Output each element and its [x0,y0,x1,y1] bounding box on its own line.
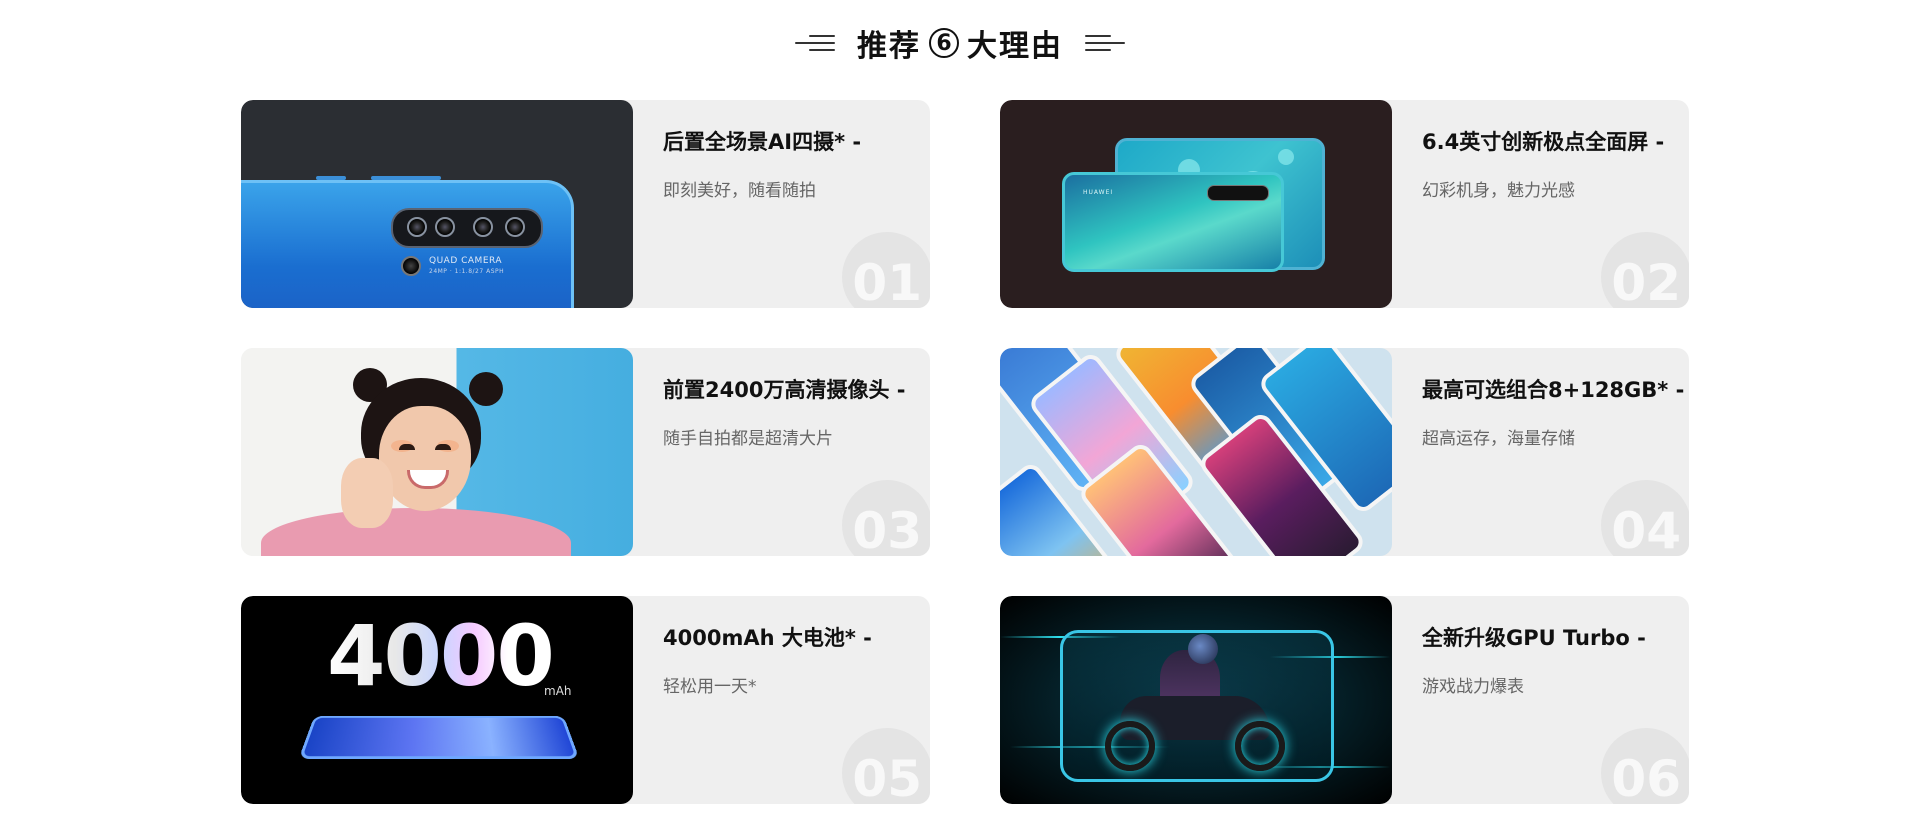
card-desc: 超高运存，海量存储 [1422,429,1575,449]
section-header: 推荐 6 大理由 [0,20,1920,66]
card-number: 02 [1601,232,1689,308]
card-number: 05 [842,728,930,804]
card-title: 最高可选组合8+128GB* - [1422,378,1685,402]
section-title-suffix: 大理由 [967,29,1063,64]
card-title: 6.4英寸创新极点全面屏 - [1422,130,1665,154]
phone-screen-icon [298,715,580,759]
phone-screens-image [1000,348,1392,556]
reason-card-storage[interactable]: 最高可选组合8+128GB* - 超高运存，海量存储 04 [1000,348,1689,556]
reason-card-battery[interactable]: 4000 mAh 4000mAh 大电池* - 轻松用一天* 05 [241,596,930,804]
camera-sublabel: 24MP · 1:1.8/27 ASPH [429,268,505,275]
battery-value: 4000 [327,607,555,705]
card-number: 03 [842,480,930,556]
reason-card-camera[interactable]: QUAD CAMERA 24MP · 1:1.8/27 ASPH 后置全场景AI… [241,100,930,308]
card-desc: 幻彩机身，魅力光感 [1422,181,1575,201]
selfie-image [241,348,633,556]
brand-label: HUAWEI [1083,189,1114,196]
card-text: 全新升级GPU Turbo - 游戏战力爆表 06 [1392,596,1689,804]
card-text: 6.4英寸创新极点全面屏 - 幻彩机身，魅力光感 02 [1392,100,1689,308]
reasons-grid: QUAD CAMERA 24MP · 1:1.8/27 ASPH 后置全场景AI… [241,100,1689,804]
card-title: 前置2400万高清摄像头 - [663,378,906,402]
gpu-turbo-image [1000,596,1392,804]
section-title-number-badge: 6 [929,28,959,58]
card-desc: 即刻美好，随看随拍 [663,181,816,201]
reason-card-selfie[interactable]: 前置2400万高清摄像头 - 随手自拍都是超清大片 03 [241,348,930,556]
card-text: 4000mAh 大电池* - 轻松用一天* 05 [633,596,930,804]
reason-card-gpu[interactable]: 全新升级GPU Turbo - 游戏战力爆表 06 [1000,596,1689,804]
card-number: 06 [1601,728,1689,804]
decor-lines-left-icon [795,31,835,55]
card-number: 04 [1601,480,1689,556]
camera-module-icon [391,208,543,248]
card-title: 后置全场景AI四摄* - [663,130,862,154]
reason-card-screen[interactable]: HUAWEI 6.4英寸创新极点全面屏 - 幻彩机身，魅力光感 02 [1000,100,1689,308]
card-title: 4000mAh 大电池* - [663,626,872,650]
card-desc: 随手自拍都是超清大片 [663,429,833,449]
battery-image: 4000 mAh [241,596,633,804]
section-title: 推荐 6 大理由 [857,21,1063,65]
two-phones-image: HUAWEI [1000,100,1392,308]
card-number: 01 [842,232,930,308]
quad-camera-image: QUAD CAMERA 24MP · 1:1.8/27 ASPH [241,100,633,308]
decor-lines-right-icon [1085,31,1125,55]
camera-label: QUAD CAMERA [429,256,503,266]
section-title-prefix: 推荐 [857,29,921,64]
card-text: 最高可选组合8+128GB* - 超高运存，海量存储 04 [1392,348,1689,556]
phone-back-body: HUAWEI [1062,172,1284,272]
card-title: 全新升级GPU Turbo - [1422,626,1646,650]
card-desc: 游戏战力爆表 [1422,677,1524,697]
card-text: 前置2400万高清摄像头 - 随手自拍都是超清大片 03 [633,348,930,556]
battery-unit: mAh [544,684,572,698]
card-text: 后置全场景AI四摄* - 即刻美好，随看随拍 01 [633,100,930,308]
card-desc: 轻松用一天* [663,677,757,697]
